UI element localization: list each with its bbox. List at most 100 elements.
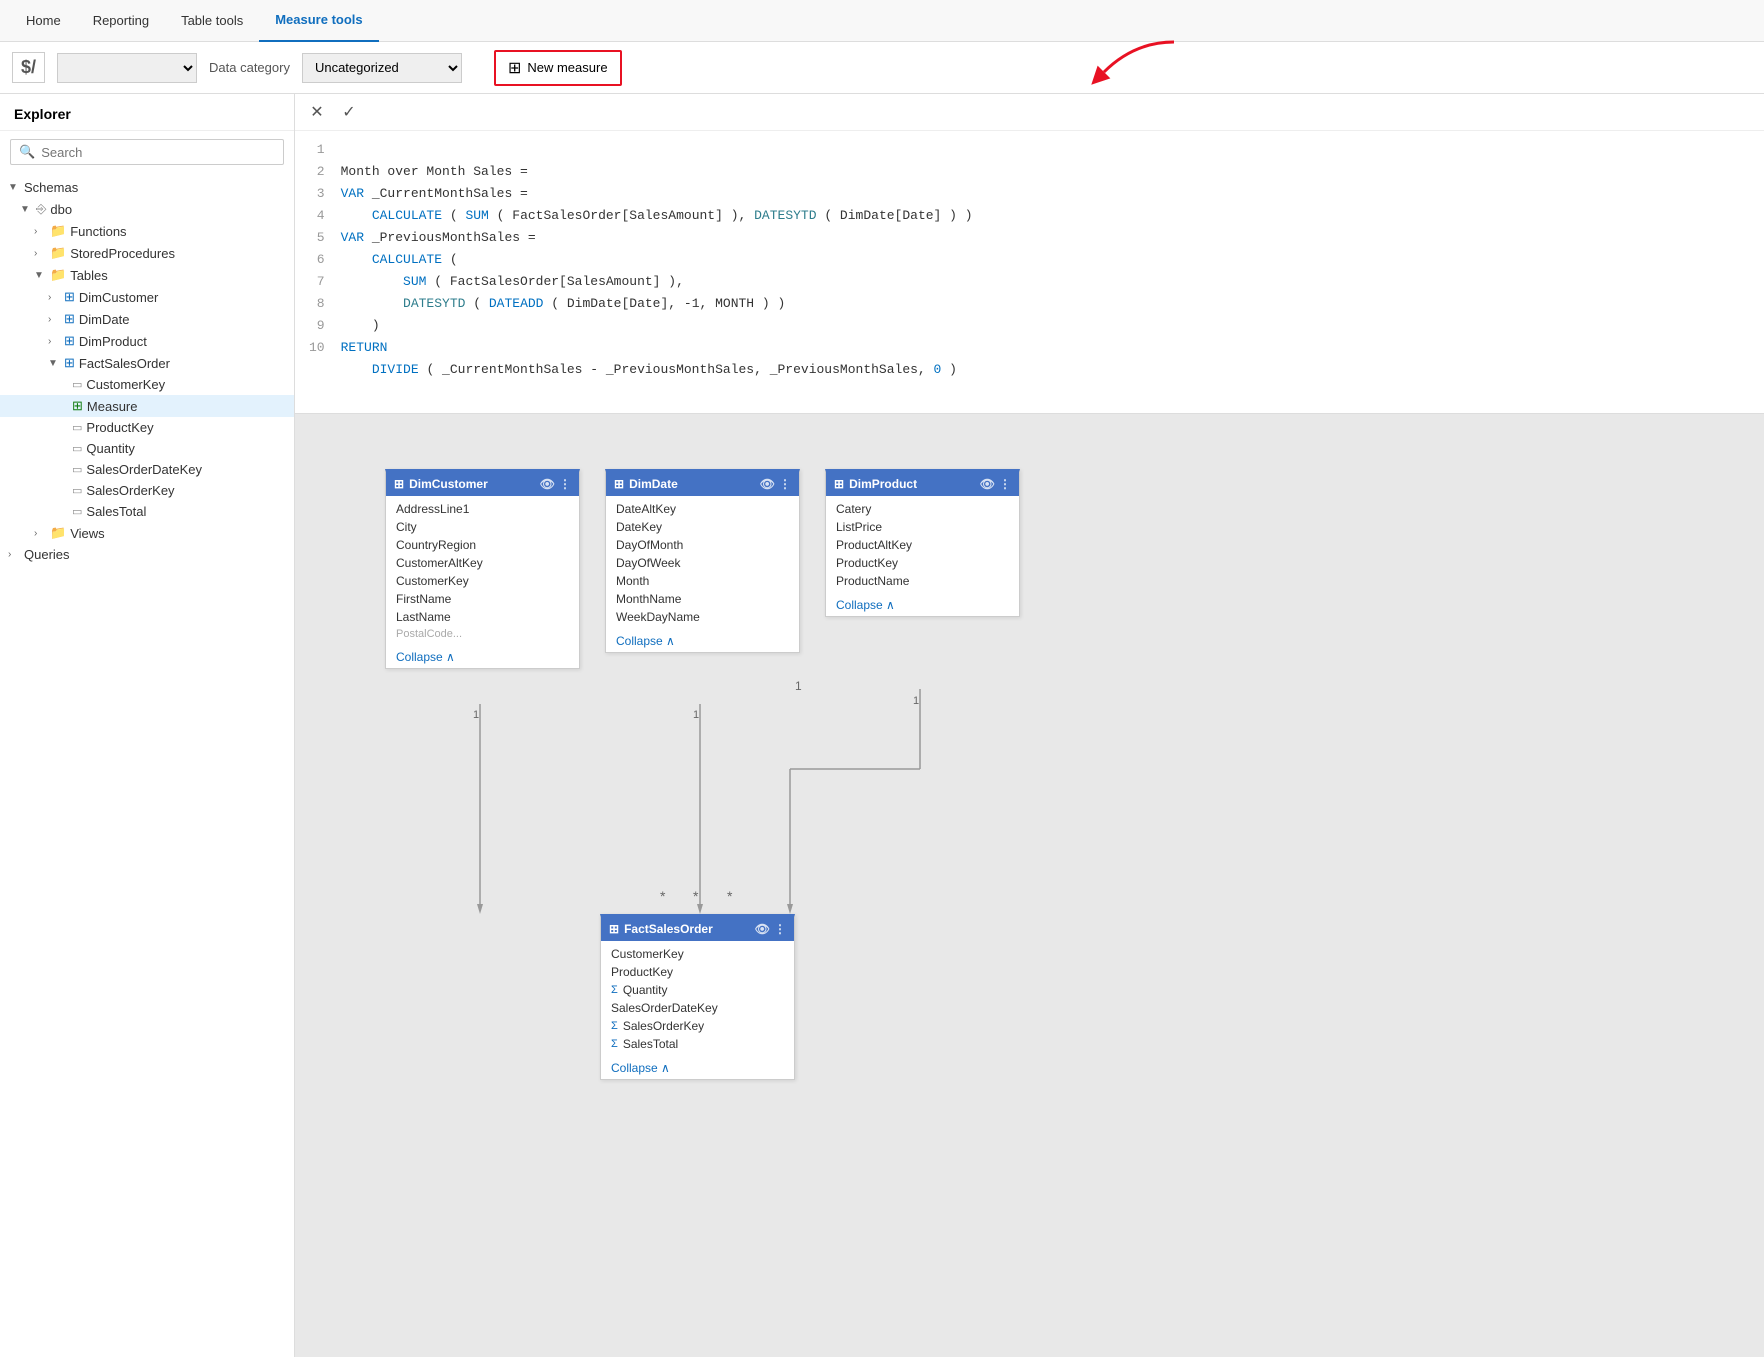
folder-icon-stored-proc: 📁	[50, 245, 66, 261]
dimproduct-more-btn[interactable]: ⋮	[999, 477, 1011, 491]
field-salesorderdatekey[interactable]: ▭ SalesOrderDateKey	[0, 459, 294, 480]
svg-text:*: *	[660, 888, 666, 904]
field-row: SalesOrderDateKey	[601, 999, 794, 1017]
field-row: DayOfMonth	[606, 536, 799, 554]
field-row: WeekDayName	[606, 608, 799, 626]
new-measure-button[interactable]: ⊞ New measure	[494, 50, 622, 86]
dimdate-more-btn[interactable]: ⋮	[779, 477, 791, 491]
dimcustomer-more-btn[interactable]: ⋮	[559, 477, 571, 491]
factsalesorder-collapse-btn[interactable]: Collapse ∧	[601, 1057, 794, 1079]
dbo-item[interactable]: ▼ ⎆ dbo	[0, 198, 294, 220]
search-input[interactable]	[41, 145, 275, 160]
tables-chevron: ▼	[34, 270, 46, 281]
field-salestotal-label: SalesTotal	[86, 504, 146, 519]
code-area[interactable]: 12345 678910 Month over Month Sales = VA…	[295, 131, 1764, 413]
field-row: CustomerKey	[601, 945, 794, 963]
table-icon-dimproduct: ⊞	[64, 333, 75, 349]
table-card-dimdate[interactable]: ⊞ DimDate 👁 ⋮ DateAltKey DateKey DayOfMo…	[605, 469, 800, 653]
tables-label: Tables	[70, 268, 108, 283]
svg-text:1: 1	[473, 709, 479, 721]
tables-item[interactable]: ▼ 📁 Tables	[0, 264, 294, 286]
table-card-dimproduct[interactable]: ⊞ DimProduct 👁 ⋮ Catery ListPrice Produc…	[825, 469, 1020, 617]
field-measure[interactable]: ⊞ Measure	[0, 395, 294, 417]
dimdate-title: DimDate	[629, 477, 678, 491]
diagram-area[interactable]: 1 1 1 * * * ⊞	[295, 414, 1764, 1357]
dimdate-eye-btn[interactable]: 👁	[760, 477, 775, 491]
dollar-button[interactable]: $/	[12, 52, 45, 83]
dimcustomer-chevron: ›	[48, 292, 60, 303]
table-dimdate[interactable]: › ⊞ DimDate	[0, 308, 294, 330]
nav-table-tools[interactable]: Table tools	[165, 0, 259, 42]
annotation-arrow	[1064, 37, 1184, 100]
field-icon-measure: ⊞	[72, 398, 83, 414]
table-card-dimcustomer[interactable]: ⊞ DimCustomer 👁 ⋮ AddressLine1 City Coun…	[385, 469, 580, 669]
data-category-dropdown[interactable]: Uncategorized	[302, 53, 462, 83]
field-row: Month	[606, 572, 799, 590]
svg-text:1: 1	[913, 695, 919, 707]
field-row: AddressLine1	[386, 500, 579, 518]
queries-label: Queries	[24, 547, 70, 562]
table-factsalesorder[interactable]: ▼ ⊞ FactSalesOrder	[0, 352, 294, 374]
field-customerkey[interactable]: ▭ CustomerKey	[0, 374, 294, 395]
dimcustomer-body: AddressLine1 City CountryRegion Customer…	[386, 496, 579, 646]
dimproduct-title: DimProduct	[849, 477, 917, 491]
field-row: DateKey	[606, 518, 799, 536]
schemas-item[interactable]: ▼ Schemas	[0, 177, 294, 198]
field-row: CountryRegion	[386, 536, 579, 554]
field-salestotal[interactable]: ▭ SalesTotal	[0, 501, 294, 522]
factsalesorder-card-header: ⊞ FactSalesOrder 👁 ⋮	[601, 917, 794, 941]
table-dimcustomer[interactable]: › ⊞ DimCustomer	[0, 286, 294, 308]
factsalesorder-title: FactSalesOrder	[624, 922, 713, 936]
views-chevron: ›	[34, 528, 46, 539]
functions-label: Functions	[70, 224, 126, 239]
table-icon-dimdate: ⊞	[64, 311, 75, 327]
editor-confirm-button[interactable]: ✓	[337, 100, 361, 124]
field-row: Σ SalesOrderKey	[601, 1017, 794, 1035]
dbo-icon: ⎆	[36, 201, 46, 217]
dimproduct-collapse-btn[interactable]: Collapse ∧	[826, 594, 1019, 616]
table-dimproduct[interactable]: › ⊞ DimProduct	[0, 330, 294, 352]
factsalesorder-eye-btn[interactable]: 👁	[755, 922, 770, 936]
field-row: CustomerAltKey	[386, 554, 579, 572]
field-row: DayOfWeek	[606, 554, 799, 572]
dimcustomer-collapse-btn[interactable]: Collapse ∧	[386, 646, 579, 668]
queries-item[interactable]: › Queries	[0, 544, 294, 565]
functions-item[interactable]: › 📁 Functions	[0, 220, 294, 242]
folder-icon-functions: 📁	[50, 223, 66, 239]
data-category-label: Data category	[209, 60, 290, 75]
factsalesorder-body: CustomerKey ProductKey Σ Quantity SalesO…	[601, 941, 794, 1057]
editor-cancel-button[interactable]: ✕	[305, 100, 329, 124]
field-salesorderkey[interactable]: ▭ SalesOrderKey	[0, 480, 294, 501]
views-item[interactable]: › 📁 Views	[0, 522, 294, 544]
dimdate-chevron: ›	[48, 314, 60, 325]
dimcustomer-eye-btn[interactable]: 👁	[540, 477, 555, 491]
dimproduct-eye-btn[interactable]: 👁	[980, 477, 995, 491]
views-label: Views	[70, 526, 104, 541]
field-row: ProductAltKey	[826, 536, 1019, 554]
field-salesorderdatekey-label: SalesOrderDateKey	[86, 462, 202, 477]
search-box[interactable]: 🔍	[10, 139, 284, 165]
field-row: City	[386, 518, 579, 536]
nav-reporting[interactable]: Reporting	[77, 0, 165, 42]
stored-procedures-item[interactable]: › 📁 StoredProcedures	[0, 242, 294, 264]
code-content[interactable]: Month over Month Sales = VAR _CurrentMon…	[331, 131, 1764, 413]
dimdate-collapse-btn[interactable]: Collapse ∧	[606, 630, 799, 652]
code-editor: ✕ ✓ 12345 678910 Month over Month Sales …	[295, 94, 1764, 414]
field-row: Σ SalesTotal	[601, 1035, 794, 1053]
nav-home[interactable]: Home	[10, 0, 77, 42]
factsalesorder-more-btn[interactable]: ⋮	[774, 922, 786, 936]
svg-text:*: *	[727, 888, 733, 904]
field-productkey[interactable]: ▭ ProductKey	[0, 417, 294, 438]
nav-measure-tools[interactable]: Measure tools	[259, 0, 378, 42]
toolbar: $/ Data category Uncategorized ⊞ New mea…	[0, 42, 1764, 94]
table-card-factsalesorder[interactable]: ⊞ FactSalesOrder 👁 ⋮ CustomerKey Product…	[600, 914, 795, 1080]
dimcustomer-title: DimCustomer	[409, 477, 488, 491]
table-grid-icon: ⊞	[609, 922, 619, 936]
factsalesorder-chevron: ▼	[48, 358, 60, 369]
dimdate-card-header: ⊞ DimDate 👁 ⋮	[606, 472, 799, 496]
field-quantity[interactable]: ▭ Quantity	[0, 438, 294, 459]
table-grid-icon: ⊞	[614, 477, 624, 491]
format-dropdown[interactable]	[57, 53, 197, 83]
field-quantity-label: Quantity	[86, 441, 134, 456]
field-icon-salestotal: ▭	[72, 505, 82, 518]
